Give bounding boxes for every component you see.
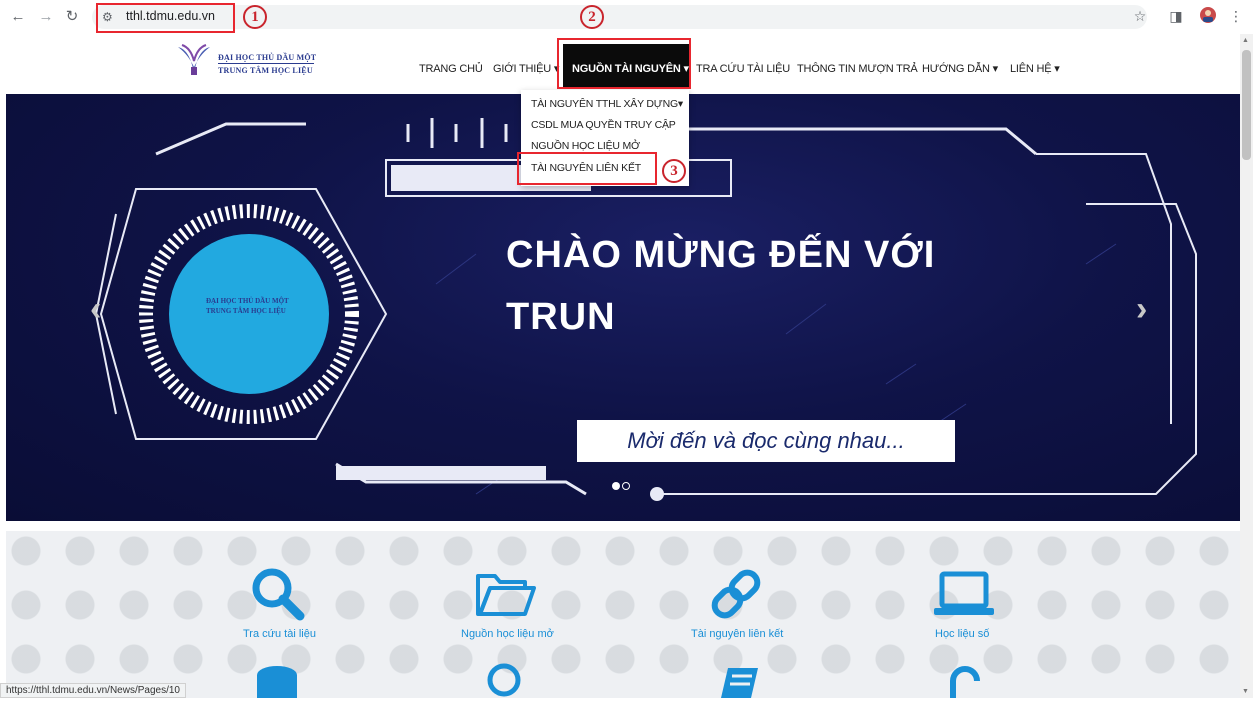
status-bar-url: https://tthl.tdmu.edu.vn/News/Pages/10 [0,683,186,698]
hero-subtitle: Mời đến và đọc cùng nhau... [577,420,955,462]
profile-avatar-icon[interactable] [1198,6,1218,29]
slider-dot[interactable] [622,482,630,490]
laptop-icon[interactable] [932,570,996,623]
background-pattern [6,531,1240,698]
search-icon[interactable] [250,566,306,627]
logo-divider [218,63,314,64]
dropdown-item-built-resources[interactable]: TÀI NGUYÊN TTHL XÂY DỰNG▾ [531,97,683,111]
logo-text-center: TRUNG TÂM HỌC LIỆU [218,66,313,75]
tdmu-logo-icon[interactable] [176,43,212,77]
scroll-down-icon[interactable]: ▼ [1242,688,1249,695]
quick-link-search-label[interactable]: Tra cứu tài liệu [243,627,316,641]
link-icon[interactable] [708,566,764,627]
nav-contact[interactable]: LIÊN HỆ ▾ [1010,62,1060,76]
side-panel-icon[interactable]: ◨ [1166,6,1186,26]
scrollbar-thumb[interactable] [1242,50,1251,160]
slider-prev-icon[interactable]: ‹ [90,292,101,326]
nav-home[interactable]: TRANG CHỦ [419,62,483,76]
hero-logo-text-center: TRUNG TÂM HỌC LIỆU [206,307,286,315]
dropdown-item-open-resources[interactable]: NGUỒN HỌC LIỆU MỞ [531,139,640,153]
nav-about[interactable]: GIỚI THIỆU ▾ [493,62,559,76]
annotation-number-3: 3 [662,159,686,183]
annotation-box-1 [96,3,235,33]
slider-next-icon[interactable]: › [1136,292,1147,326]
annotation-box-3 [517,152,657,185]
quick-link-digital-materials-label[interactable]: Học liệu số [935,627,989,641]
browser-menu-icon[interactable]: ⋮ [1226,6,1246,26]
annotation-box-2 [557,38,691,89]
nav-search-docs[interactable]: TRA CỨU TÀI LIỆU [696,62,790,76]
bookmark-star-icon[interactable]: ☆ [1130,6,1150,26]
nav-guide[interactable]: HƯỚNG DẪN ▾ [922,62,998,76]
hero-logo-text-university: ĐẠI HỌC THỦ DẦU MỘT [206,297,289,305]
dropdown-item-licensed-databases[interactable]: CSDL MUA QUYỀN TRUY CẬP [531,118,676,132]
slider-dot-active[interactable] [612,482,620,490]
back-icon[interactable]: ← [8,7,28,27]
quick-links-section [6,531,1240,698]
forward-icon[interactable]: → [36,7,56,27]
nav-borrow-info[interactable]: THÔNG TIN MƯỢN TRẢ [797,62,918,76]
annotation-number-1: 1 [243,5,267,29]
unlock-icon[interactable] [945,663,985,703]
quick-link-linked-resources-label[interactable]: Tài nguyên liên kết [691,627,783,641]
annotation-number-2: 2 [580,5,604,29]
reload-icon[interactable]: ↻ [62,7,82,27]
user-icon[interactable] [484,663,524,703]
database-icon[interactable] [255,665,299,703]
folder-icon[interactable] [475,570,537,623]
hero-title: CHÀO MỪNG ĐẾN VỚI TRUN [506,234,936,338]
book-icon[interactable] [718,665,762,703]
scroll-up-icon[interactable]: ▲ [1242,37,1249,44]
logo-text-university: ĐẠI HỌC THỦ DẦU MỘT [218,53,317,62]
quick-link-open-resources-label[interactable]: Nguồn học liệu mở [461,627,554,641]
